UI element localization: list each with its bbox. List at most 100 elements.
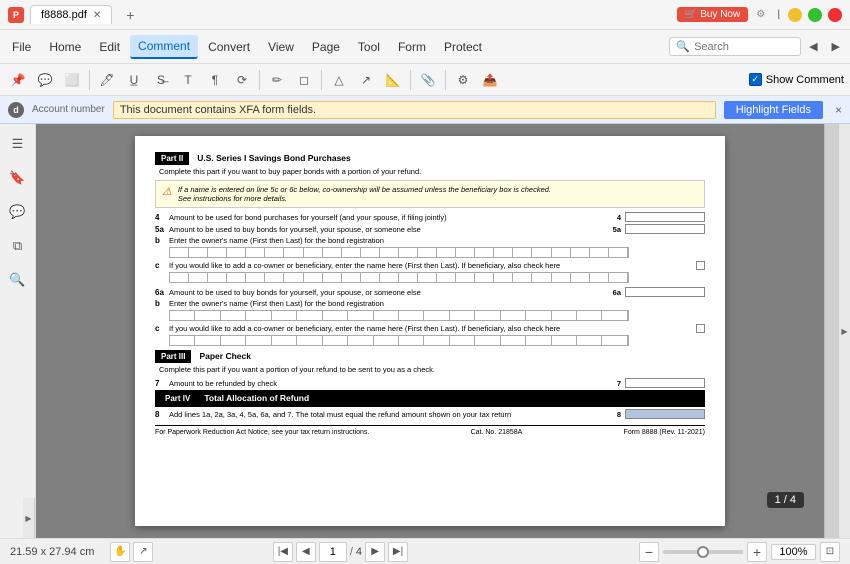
right-expand-arrow[interactable]: ▶ bbox=[838, 124, 850, 538]
part2-title: U.S. Series I Savings Bond Purchases bbox=[197, 153, 351, 163]
insert-text-tool[interactable]: ¶ bbox=[203, 68, 227, 92]
comment-toolbar: 📌 💬 ⬜ 🖊 U̲ S̶ T ¶ ⟳ ✏ ◻ △ ↗ 📐 📎 ⚙ 📤 ✓ Sh… bbox=[0, 64, 850, 96]
draw-tool[interactable]: ✏ bbox=[265, 68, 289, 92]
line5a-text: Amount to be used to buy bonds for yours… bbox=[169, 225, 597, 234]
total-pages: 4 bbox=[356, 546, 362, 558]
new-tab-btn[interactable]: + bbox=[118, 4, 142, 26]
show-comment-checkbox[interactable]: ✓ bbox=[749, 73, 762, 86]
footer-form: Form 8888 (Rev. 11-2021) bbox=[624, 429, 705, 436]
sticky-note-tool[interactable]: 📌 bbox=[6, 68, 30, 92]
close-btn[interactable] bbox=[828, 8, 842, 22]
xfa-d-icon: d bbox=[8, 102, 24, 118]
line5c-checkbox[interactable] bbox=[696, 261, 705, 270]
footer-cat: Cat. No. 21858A bbox=[471, 429, 523, 436]
replace-text-tool[interactable]: ⟳ bbox=[230, 68, 254, 92]
zoom-input[interactable] bbox=[771, 544, 816, 560]
zoom-out-btn[interactable]: − bbox=[639, 542, 659, 562]
line6b-input[interactable] bbox=[169, 310, 629, 321]
next-page-btn[interactable]: ▶ bbox=[365, 542, 385, 562]
main-area: ☰ 🔖 💬 ⧉ 🔍 ▶ Part II U.S. Series I Saving… bbox=[0, 124, 850, 538]
zoom-slider[interactable] bbox=[663, 550, 743, 554]
hand-tool[interactable]: ✋ bbox=[110, 542, 130, 562]
highlight-fields-btn[interactable]: Highlight Fields bbox=[724, 101, 823, 119]
panel-expand-arrow[interactable]: ▶ bbox=[23, 498, 35, 538]
page-input[interactable] bbox=[319, 542, 347, 562]
menu-edit[interactable]: Edit bbox=[91, 36, 128, 58]
strikethrough-tool[interactable]: S̶ bbox=[149, 68, 173, 92]
first-page-btn[interactable]: |◀ bbox=[273, 542, 293, 562]
line8-label: 8 bbox=[601, 410, 621, 419]
menu-file[interactable]: File bbox=[4, 36, 39, 58]
underline-tool[interactable]: U̲ bbox=[122, 68, 146, 92]
line6b-grid[interactable] bbox=[155, 310, 705, 321]
line6c-grid[interactable] bbox=[155, 335, 705, 346]
menu-home[interactable]: Home bbox=[41, 36, 89, 58]
line6a-row: 6a Amount to be used to buy bonds for yo… bbox=[155, 287, 705, 297]
stamp-tool[interactable]: ⬜ bbox=[60, 68, 84, 92]
text-callout-tool[interactable]: 💬 bbox=[33, 68, 57, 92]
shapes-tool[interactable]: △ bbox=[327, 68, 351, 92]
fit-page-btn[interactable]: ⊡ bbox=[820, 542, 840, 562]
panel-comments[interactable]: 💬 bbox=[4, 198, 32, 226]
line5c-input[interactable] bbox=[169, 272, 629, 283]
panel-thumbnails[interactable]: ☰ bbox=[4, 130, 32, 158]
line5c-row: c If you would like to add a co-owner or… bbox=[155, 261, 705, 270]
line8-text: Add lines 1a, 2a, 3a, 4, 5a, 6a, and 7. … bbox=[169, 410, 597, 419]
file-tab[interactable]: f8888.pdf ✕ bbox=[30, 5, 112, 24]
line5b-input[interactable] bbox=[169, 247, 629, 258]
xfa-notification-bar: d Account number This document contains … bbox=[0, 96, 850, 124]
nav-forward-btn[interactable]: ▶ bbox=[826, 36, 846, 57]
zoom-in-btn[interactable]: + bbox=[747, 542, 767, 562]
menu-comment[interactable]: Comment bbox=[130, 35, 198, 59]
measure-tool[interactable]: 📐 bbox=[381, 68, 405, 92]
xfa-close-btn[interactable]: × bbox=[835, 103, 842, 117]
line7-row: 7 Amount to be refunded by check 7 bbox=[155, 378, 705, 388]
arrow-tool[interactable]: ↗ bbox=[354, 68, 378, 92]
search-box[interactable]: 🔍 bbox=[669, 37, 801, 56]
export-tool[interactable]: 📤 bbox=[478, 68, 502, 92]
tab-close-btn[interactable]: ✕ bbox=[93, 10, 101, 21]
highlight-tool[interactable]: 🖊 bbox=[95, 68, 119, 92]
xfa-account-label: Account number bbox=[32, 104, 105, 115]
panel-layers[interactable]: ⧉ bbox=[4, 232, 32, 260]
maximize-btn[interactable] bbox=[808, 8, 822, 22]
attachment-tool[interactable]: 📎 bbox=[416, 68, 440, 92]
line6b-text: Enter the owner's name (First then Last)… bbox=[169, 299, 705, 308]
panel-bookmarks[interactable]: 🔖 bbox=[4, 164, 32, 192]
buy-now-btn[interactable]: 🛒 Buy Now bbox=[677, 7, 748, 22]
line6c-checkbox[interactable] bbox=[696, 324, 705, 333]
line4-input[interactable] bbox=[625, 212, 705, 222]
menu-tool[interactable]: Tool bbox=[350, 36, 388, 58]
panel-search[interactable]: 🔍 bbox=[4, 266, 32, 294]
menu-view[interactable]: View bbox=[260, 36, 302, 58]
line5c-text: If you would like to add a co-owner or b… bbox=[169, 261, 692, 270]
last-page-btn[interactable]: ▶| bbox=[388, 542, 408, 562]
manage-tool[interactable]: ⚙ bbox=[451, 68, 475, 92]
prev-page-btn[interactable]: ◀ bbox=[296, 542, 316, 562]
show-comment-toggle[interactable]: ✓ Show Comment bbox=[749, 73, 844, 86]
line6a-input[interactable] bbox=[625, 287, 705, 297]
menu-page[interactable]: Page bbox=[304, 36, 348, 58]
line5a-input[interactable] bbox=[625, 224, 705, 234]
show-comment-label: Show Comment bbox=[766, 74, 844, 86]
toolbar-sep-3 bbox=[321, 70, 322, 90]
zoom-thumb[interactable] bbox=[697, 546, 709, 558]
line5b-grid[interactable] bbox=[155, 247, 705, 258]
line5c-grid[interactable] bbox=[155, 272, 705, 283]
line5b-num: b bbox=[155, 236, 165, 245]
menu-protect[interactable]: Protect bbox=[436, 36, 490, 58]
line7-input[interactable] bbox=[625, 378, 705, 388]
menu-form[interactable]: Form bbox=[390, 36, 434, 58]
select-tool[interactable]: ↗ bbox=[133, 542, 153, 562]
search-input[interactable] bbox=[694, 41, 794, 53]
text-markup-tool[interactable]: T bbox=[176, 68, 200, 92]
line6c-input[interactable] bbox=[169, 335, 629, 346]
minimize-btn[interactable] bbox=[788, 8, 802, 22]
erase-tool[interactable]: ◻ bbox=[292, 68, 316, 92]
line8-input[interactable] bbox=[625, 409, 705, 419]
menu-convert[interactable]: Convert bbox=[200, 36, 258, 58]
scrollbar[interactable] bbox=[824, 124, 838, 538]
line4-row: 4 Amount to be used for bond purchases f… bbox=[155, 212, 705, 222]
nav-back-btn[interactable]: ◀ bbox=[803, 36, 823, 57]
pdf-footer: For Paperwork Reduction Act Notice, see … bbox=[155, 425, 705, 436]
